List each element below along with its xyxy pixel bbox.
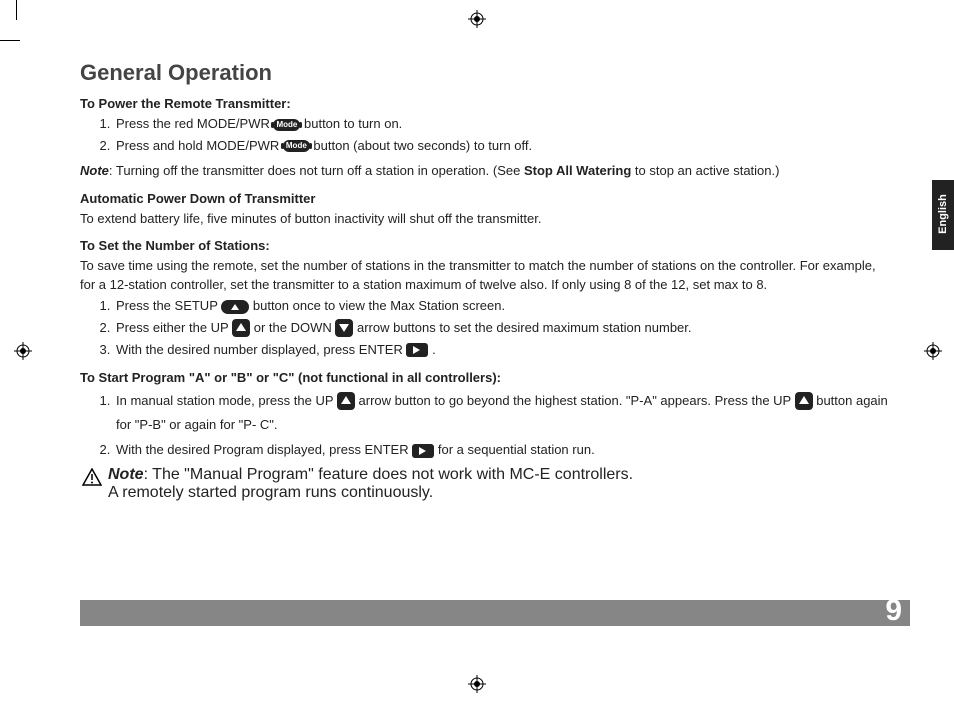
- heading-power: To Power the Remote Transmitter:: [80, 96, 890, 111]
- warning-note: Note: The "Manual Program" feature does …: [82, 466, 890, 502]
- trim-mark: [0, 40, 20, 41]
- heading-autopower: Automatic Power Down of Transmitter: [80, 191, 890, 206]
- list-item: Press the SETUP button once to view the …: [114, 297, 890, 316]
- page-title: General Operation: [80, 60, 890, 86]
- language-tab: English: [932, 180, 954, 250]
- enter-button-icon: [406, 343, 428, 357]
- list-item: Press either the UP or the DOWN arrow bu…: [114, 319, 890, 338]
- list-stations: Press the SETUP button once to view the …: [80, 297, 890, 360]
- warning-icon: [82, 468, 102, 502]
- registration-mark-icon: [468, 10, 486, 28]
- note-power: Note: Turning off the transmitter does n…: [80, 162, 890, 181]
- trim-mark: [16, 0, 17, 20]
- up-arrow-icon: [232, 319, 250, 337]
- list-item: Press and hold MODE/PWR Mode button (abo…: [114, 137, 890, 156]
- list-power: Press the red MODE/PWR Mode button to tu…: [80, 115, 890, 156]
- up-arrow-icon: [795, 392, 813, 410]
- setup-button-icon: [221, 300, 249, 314]
- list-item: With the desired Program displayed, pres…: [114, 441, 890, 460]
- heading-program: To Start Program "A" or "B" or "C" (not …: [80, 370, 890, 385]
- footer-bar: [80, 600, 910, 626]
- list-item: With the desired number displayed, press…: [114, 341, 890, 360]
- list-item: In manual station mode, press the UP arr…: [114, 389, 890, 438]
- mode-button-icon: Mode: [273, 119, 300, 131]
- page-content: General Operation To Power the Remote Tr…: [80, 60, 890, 502]
- registration-mark-icon: [924, 342, 942, 360]
- text-autopower: To extend battery life, five minutes of …: [80, 210, 890, 229]
- up-arrow-icon: [337, 392, 355, 410]
- language-tab-label: English: [937, 191, 949, 237]
- heading-stations: To Set the Number of Stations:: [80, 238, 890, 253]
- registration-mark-icon: [468, 675, 486, 693]
- registration-mark-icon: [14, 342, 32, 360]
- enter-button-icon: [412, 444, 434, 458]
- page-number: 9: [885, 594, 902, 628]
- mode-button-icon: Mode: [283, 140, 310, 152]
- text-stations-intro: To save time using the remote, set the n…: [80, 257, 890, 295]
- list-program: In manual station mode, press the UP arr…: [80, 389, 890, 460]
- down-arrow-icon: [335, 319, 353, 337]
- list-item: Press the red MODE/PWR Mode button to tu…: [114, 115, 890, 134]
